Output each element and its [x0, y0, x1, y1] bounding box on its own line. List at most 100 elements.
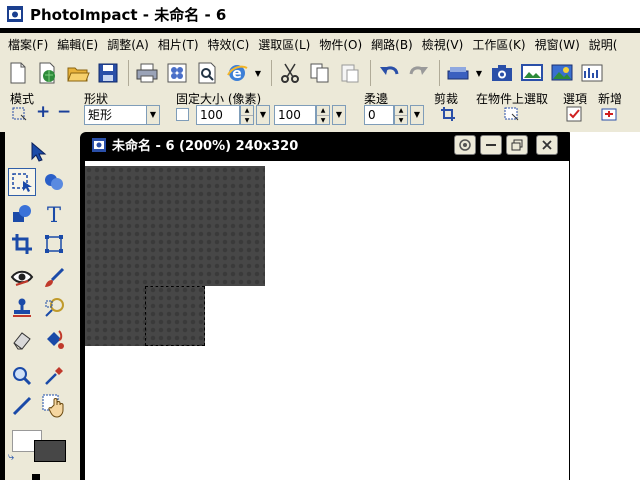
redo-button[interactable] [405, 58, 433, 88]
selection-marquee[interactable] [145, 286, 205, 346]
menu-object[interactable]: 物件(O) [319, 36, 362, 53]
clone-tool[interactable] [8, 294, 36, 322]
open-folder-icon [67, 67, 90, 82]
photo-button[interactable] [548, 58, 576, 88]
capture-button[interactable] [518, 58, 546, 88]
cut-button[interactable] [276, 58, 304, 88]
paint-brush-tool[interactable] [40, 264, 68, 292]
scan-dropdown-arrow[interactable]: ▼ [474, 58, 484, 88]
doc-options-button[interactable] [454, 135, 476, 155]
stitch-tool[interactable] [40, 392, 68, 420]
eyedropper-tool[interactable] [40, 362, 68, 390]
new-file-icon [10, 62, 26, 84]
scan-button[interactable] [444, 58, 472, 88]
paste-button[interactable] [336, 58, 364, 88]
swap-colors-icon[interactable]: ⤷ [8, 450, 14, 464]
height-input[interactable]: 100 [274, 105, 316, 125]
retouch-tool[interactable] [40, 294, 68, 322]
default-colors-icon[interactable] [32, 474, 40, 480]
browser-dropdown-arrow[interactable]: ▼ [253, 58, 263, 88]
eraser-tool[interactable] [8, 326, 36, 354]
mode-subtract-icon[interactable]: − [57, 102, 71, 122]
open-folder-button[interactable] [64, 58, 92, 88]
mode-add-icon[interactable]: + [36, 102, 50, 122]
photoimpact-app: PhotoImpact - 未命名 - 6 檔案(F) 編輯(E) 調整(A) … [0, 0, 640, 480]
height-spinner[interactable]: ▲ ▼ [316, 105, 330, 125]
select-on-object-icon[interactable] [504, 106, 520, 122]
shape-dropdown-arrow[interactable]: ▼ [146, 105, 160, 125]
menu-window[interactable]: 視窗(W) [535, 36, 580, 53]
doc-minimize-button[interactable] [480, 135, 502, 155]
minimize-icon [486, 144, 496, 146]
title-bar: PhotoImpact - 未命名 - 6 [0, 0, 640, 28]
transform-icon [45, 235, 63, 253]
camera-icon [492, 65, 512, 81]
menu-help[interactable]: 說明( [589, 36, 618, 53]
image-content-top [85, 166, 265, 286]
gear-circle-icon [459, 139, 471, 151]
text-tool[interactable]: T [40, 200, 68, 228]
paste-icon [341, 64, 359, 83]
camera-button[interactable] [488, 58, 516, 88]
chart-icon [581, 64, 603, 82]
menu-edit[interactable]: 編輯(E) [57, 36, 98, 53]
hand-grid-icon [42, 394, 64, 418]
copy-button[interactable] [306, 58, 334, 88]
menu-bar: 檔案(F) 編輯(E) 調整(A) 相片(T) 特效(C) 選取區(L) 物件(… [0, 33, 640, 55]
object-selection-tool[interactable] [40, 168, 68, 196]
browser-button[interactable]: e [223, 58, 251, 88]
crop-icon[interactable] [440, 106, 456, 122]
retouch-icon [45, 298, 64, 317]
close-icon [542, 140, 552, 150]
standard-selection-tool[interactable] [8, 168, 36, 196]
add-label: 新增 [598, 92, 623, 106]
toolbox-edge [0, 132, 5, 480]
menu-view[interactable]: 檢視(V) [422, 36, 464, 53]
menu-effect[interactable]: 特效(C) [208, 36, 250, 53]
browser-icon: e [227, 65, 248, 82]
soften-input[interactable]: 0 [364, 105, 394, 125]
restore-icon [511, 139, 523, 151]
width-dropdown-arrow[interactable]: ▼ [256, 105, 270, 125]
menu-adjust[interactable]: 調整(A) [107, 36, 149, 53]
chart-button[interactable] [578, 58, 606, 88]
print-preview-button[interactable] [193, 58, 221, 88]
batch-icon [167, 63, 187, 83]
width-spinner[interactable]: ▲ ▼ [240, 105, 254, 125]
fill-tool[interactable] [40, 326, 68, 354]
menu-photo[interactable]: 相片(T) [158, 36, 199, 53]
toolbar-separator [128, 60, 129, 86]
line-tool[interactable] [8, 392, 36, 420]
background-color-swatch[interactable] [34, 440, 66, 462]
menu-web[interactable]: 網路(B) [371, 36, 413, 53]
crop-tool[interactable] [8, 230, 36, 258]
document-window: 未命名 - 6 (200%) 240x320 [80, 132, 574, 480]
fixed-size-checkbox[interactable] [176, 108, 189, 121]
save-button[interactable] [94, 58, 122, 88]
menu-workspace[interactable]: 工作區(K) [472, 36, 525, 53]
add-icon[interactable] [601, 106, 617, 122]
red-eye-tool[interactable] [8, 264, 36, 292]
pick-tool[interactable] [24, 138, 52, 166]
menu-selection[interactable]: 選取區(L) [258, 36, 310, 53]
options-icon[interactable] [566, 106, 582, 122]
copy-icon [310, 63, 329, 83]
menu-file[interactable]: 檔案(F) [8, 36, 48, 53]
undo-button[interactable] [375, 58, 403, 88]
mode-new-selection-icon[interactable] [12, 106, 28, 122]
image-canvas[interactable] [85, 161, 569, 480]
soften-dropdown-arrow[interactable]: ▼ [410, 105, 424, 125]
doc-close-button[interactable] [536, 135, 558, 155]
open-web-button[interactable] [34, 58, 62, 88]
soften-spinner[interactable]: ▲ ▼ [394, 105, 408, 125]
path-drawing-tool[interactable] [8, 200, 36, 228]
height-dropdown-arrow[interactable]: ▼ [332, 105, 346, 125]
width-input[interactable]: 100 [196, 105, 240, 125]
transform-tool[interactable] [40, 230, 68, 258]
zoom-tool[interactable] [8, 362, 36, 390]
batch-button[interactable] [163, 58, 191, 88]
shape-select[interactable]: 矩形 [84, 105, 150, 125]
doc-restore-button[interactable] [506, 135, 528, 155]
print-button[interactable] [133, 58, 161, 88]
new-file-button[interactable] [4, 58, 32, 88]
